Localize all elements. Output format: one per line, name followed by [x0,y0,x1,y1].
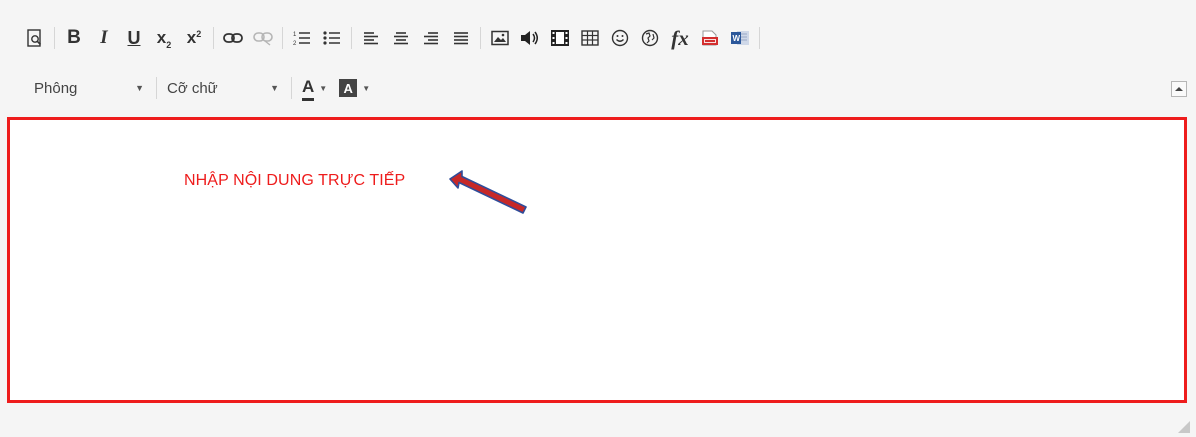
unlink-icon [253,32,273,46]
underline-icon: U [127,27,141,48]
content-text: NHẬP NỘI DUNG TRỰC TIẾP [184,172,406,189]
image-icon [491,30,509,46]
toolbar-separator [291,77,292,99]
svg-text:1: 1 [293,32,297,38]
chevron-down-icon: ▼ [270,83,279,93]
align-center-icon [394,32,408,45]
globe-button[interactable] [635,23,665,53]
emoji-button[interactable] [605,23,635,53]
link-button[interactable] [218,23,248,53]
arrow-annotation-icon [449,170,527,214]
toolbar-row-formatting: B I U x2 x2 12 fx W [20,22,764,54]
audio-button[interactable] [515,23,545,53]
background-color-icon: A [339,79,358,97]
emoji-icon [611,29,629,47]
chevron-down-icon: ▼ [362,83,371,93]
underline-button[interactable]: U [119,23,149,53]
subscript-icon: x2 [156,28,172,50]
bold-icon: B [67,27,81,48]
toolbar-separator [480,27,481,49]
chevron-down-icon: ▼ [319,83,328,93]
video-button[interactable] [545,23,575,53]
unlink-button[interactable] [248,23,278,53]
subscript-mark: 2 [166,40,172,50]
video-icon [551,30,569,46]
bold-button[interactable]: B [59,23,89,53]
superscript-glyph: x [186,28,197,47]
numbered-list-button[interactable]: 12 [287,23,317,53]
superscript-mark: 2 [196,29,202,39]
formula-icon: fx [671,25,689,50]
globe-icon [641,29,659,47]
link-icon [223,33,243,43]
toolbar-separator [213,27,214,49]
toolbar-separator [759,27,760,49]
pdf-icon [702,30,718,46]
formula-button[interactable]: fx [665,23,695,53]
word-icon: W [731,31,749,45]
font-size-value: Cỡ chữ [167,79,218,97]
image-button[interactable] [485,23,515,53]
font-family-select[interactable]: Phông ▼ [20,74,152,102]
italic-button[interactable]: I [89,23,119,53]
toolbar-separator [156,77,157,99]
word-button[interactable]: W [725,23,755,53]
table-button[interactable] [575,23,605,53]
chevron-down-icon: ▼ [135,83,144,93]
text-color-button[interactable]: A ▼ [296,74,333,102]
audio-icon [521,31,538,45]
justify-button[interactable] [446,23,476,53]
toolbar-separator [54,27,55,49]
numbered-list-icon: 12 [293,32,310,46]
italic-icon: I [100,27,108,48]
text-color-icon: A [302,77,315,101]
bulleted-list-button[interactable] [317,23,347,53]
justify-icon [454,32,468,45]
superscript-button[interactable]: x2 [179,23,209,53]
background-color-button[interactable]: A ▼ [333,74,376,102]
toolbar-separator [282,27,283,49]
align-right-button[interactable] [416,23,446,53]
svg-text:W: W [733,34,741,43]
editor-content-area[interactable]: NHẬP NỘI DUNG TRỰC TIẾP [7,117,1187,403]
subscript-glyph: x [156,28,167,47]
rich-text-editor: B I U x2 x2 12 fx W Phông ▼ Cỡ chữ ▼ A ▼… [0,0,1196,437]
toolbar-row-styles: Phông ▼ Cỡ chữ ▼ A ▼ A ▼ [20,72,376,104]
preview-icon[interactable] [20,23,50,53]
align-center-button[interactable] [386,23,416,53]
align-left-icon [364,32,378,45]
table-icon [581,30,599,46]
font-size-select[interactable]: Cỡ chữ ▼ [161,74,287,102]
superscript-icon: x2 [187,28,201,48]
subscript-button[interactable]: x2 [149,23,179,53]
pdf-button[interactable] [695,23,725,53]
toolbar-separator [351,27,352,49]
bulleted-list-icon [323,31,340,45]
resize-handle-icon[interactable] [1178,421,1190,433]
svg-text:2: 2 [293,41,297,46]
align-right-icon [424,32,438,45]
collapse-toolbar-button[interactable] [1171,81,1187,97]
triangle-up-icon [1175,87,1183,91]
font-family-value: Phông [34,79,78,97]
align-left-button[interactable] [356,23,386,53]
